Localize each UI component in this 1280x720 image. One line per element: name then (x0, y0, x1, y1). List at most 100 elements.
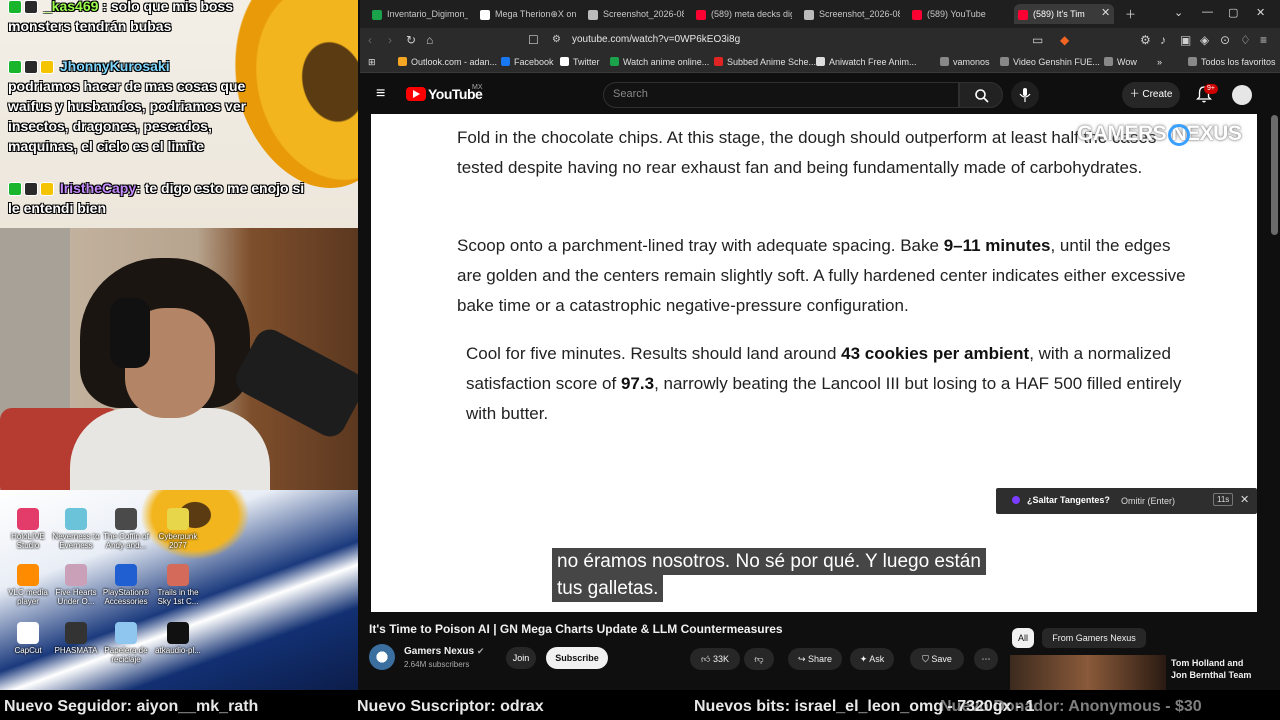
ticker-item: Nuevo Seguidor: aiyon__mk_rath (4, 698, 259, 715)
save-button[interactable]: ⛉ Save (910, 648, 964, 670)
home-icon[interactable]: ⌂ (426, 32, 433, 48)
extension-icon[interactable]: ◈ (1200, 32, 1209, 48)
skip-button[interactable]: Omitir (Enter) (1121, 496, 1175, 506)
desktop-icon: PlayStation® Accessories (98, 564, 154, 606)
desktop-icon: PHASMATA (48, 622, 104, 655)
extension-icon[interactable]: ♢ (1240, 32, 1251, 48)
forward-icon[interactable]: › (388, 32, 392, 48)
webcam-feed (0, 228, 358, 490)
stream-chat: _kas469 : solo que mis boss monsters ten… (0, 0, 358, 228)
channel-avatar[interactable] (369, 644, 395, 670)
more-bookmarks-icon[interactable]: » (1157, 57, 1162, 67)
badge-icon (8, 60, 22, 75)
search-button[interactable] (959, 82, 1003, 108)
bookmark-item[interactable]: Outlook.com - adan... (398, 57, 497, 67)
skip-segment-prompt[interactable]: ¿Saltar Tangentes? Omitir (Enter) 11s ✕ (996, 488, 1257, 514)
youtube-header: ≡ YouTube MX Search ＋ Create 9+ (360, 76, 1280, 114)
share-button[interactable]: ↪ Share (788, 648, 842, 670)
tab-list-icon[interactable]: ⌄ (1174, 6, 1183, 19)
close-tab-icon[interactable]: ✕ (1101, 6, 1110, 19)
site-settings-icon[interactable]: ⚙ (552, 32, 561, 48)
watermark-logo-icon (1168, 124, 1190, 146)
subscribe-button[interactable]: Subscribe (546, 647, 608, 669)
share-icon: ↪ (797, 654, 806, 664)
browser-tab[interactable]: Mega Therion⊕X on (476, 4, 576, 24)
more-actions-button[interactable]: ⋯ (974, 648, 998, 670)
recommended-title[interactable]: Tom Holland and Jon Bernthal Team (1171, 657, 1251, 681)
channel-name[interactable]: Gamers Nexus ✔ (404, 646, 484, 657)
desktop-icon: Papelera de reciclaje (98, 622, 154, 664)
new-tab-icon[interactable]: ＋ (1125, 6, 1136, 22)
extension-icon[interactable]: ⚙ (1140, 32, 1151, 48)
browser-tab-active[interactable]: (589) It's Tim (1014, 4, 1114, 24)
voice-search-button[interactable] (1011, 81, 1039, 109)
search-input[interactable] (603, 82, 959, 108)
ask-button[interactable]: ✦ Ask (850, 648, 894, 670)
bookmark-icon[interactable]: ☐ (528, 32, 539, 48)
headphones-icon (110, 298, 150, 368)
extension-icon[interactable]: ♪ (1160, 32, 1166, 48)
badge-icon (24, 60, 38, 75)
desktop-icon: Neverness to Everness (48, 508, 104, 550)
address-bar[interactable]: youtube.com/watch?v=0WP6kEO3i8g (572, 34, 740, 45)
menu-icon[interactable]: ≡ (1260, 32, 1267, 48)
close-icon[interactable]: ✕ (1240, 493, 1249, 506)
desktop-icon: Five Hearts Under O... (48, 564, 104, 606)
hamburger-menu-icon[interactable]: ≡ (376, 86, 385, 102)
cast-icon[interactable]: ▭ (1032, 32, 1043, 48)
browser-tab[interactable]: (589) YouTube (908, 4, 1008, 24)
stream-overlay: _kas469 : solo que mis boss monsters ten… (0, 0, 358, 690)
account-avatar[interactable] (1232, 85, 1252, 105)
brave-shield-icon[interactable]: ◆ (1060, 32, 1069, 48)
tab-favicon-icon (480, 9, 490, 20)
video-player[interactable]: Fold in the chocolate chips. At this sta… (371, 114, 1257, 612)
extension-icon[interactable]: ▣ (1180, 32, 1191, 48)
video-text-paragraph: Cool for five minutes. Results should la… (466, 344, 1182, 423)
maximize-icon[interactable]: ▢ (1228, 6, 1238, 19)
recommended-thumbnail[interactable] (1010, 655, 1166, 690)
desktop-icon: atkaudio-pl... (150, 622, 206, 655)
badge-icon (8, 0, 22, 15)
channel-watermark: GAMERS NEXUS (1077, 122, 1242, 145)
dislike-button[interactable]: 👎︎ (744, 648, 774, 670)
tab-favicon-icon (372, 9, 382, 20)
tab-favicon-icon (804, 9, 814, 20)
browser-tab[interactable]: Inventario_Digimon_ (368, 4, 468, 24)
reload-icon[interactable]: ↻ (406, 32, 416, 48)
chat-text: solo que mis boss monsters tendrán bubas (8, 0, 233, 34)
tab-favicon-icon (696, 9, 706, 20)
browser-tab[interactable]: Screenshot_2026-08 (800, 4, 900, 24)
close-window-icon[interactable]: ✕ (1256, 6, 1265, 19)
bookmark-folder[interactable]: Video Genshin FUE... (1000, 57, 1100, 67)
create-button[interactable]: ＋ Create (1122, 82, 1180, 108)
extension-icon[interactable]: ⊙ (1220, 32, 1230, 48)
tab-favicon-icon (912, 9, 922, 20)
like-button[interactable]: 👍︎ 33K (690, 648, 740, 670)
thumbs-up-icon: 👍︎ (701, 654, 711, 664)
back-icon[interactable]: ‹ (368, 32, 372, 48)
skip-countdown: 11s (1213, 493, 1234, 506)
page-scrollbar[interactable] (1271, 115, 1278, 235)
bookmark-item[interactable]: Subbed Anime Sche... (714, 57, 816, 67)
bookmark-item[interactable]: Aniwatch Free Anim... (816, 57, 917, 67)
badge-icon (8, 182, 22, 197)
chat-username: JhonnyKurosaki (59, 58, 170, 74)
browser-tab[interactable]: (589) meta decks dig (692, 4, 792, 24)
bookmark-folder[interactable]: Todos los favoritos (1188, 57, 1276, 67)
browser-tab[interactable]: Screenshot_2026-08 (584, 4, 684, 24)
apps-icon[interactable]: ⊞ (368, 57, 376, 68)
join-button[interactable]: Join (506, 647, 536, 669)
bookmark-item[interactable]: Twitter (560, 57, 600, 67)
more-icon: ⋯ (981, 654, 991, 664)
bookmark-item[interactable]: Facebook (501, 57, 554, 67)
subscriber-count: 2.64M subscribers (404, 660, 470, 669)
minimize-icon[interactable]: — (1202, 6, 1213, 18)
bookmark-folder[interactable]: Wow (1104, 57, 1137, 67)
chip-from-channel[interactable]: From Gamers Nexus (1042, 628, 1146, 648)
bookmark-item[interactable]: Watch anime online... (610, 57, 709, 67)
bookmark-icon: ⛉ (922, 654, 929, 664)
chip-all[interactable]: All (1012, 628, 1034, 648)
bookmark-folder[interactable]: vamonos (940, 57, 990, 67)
stream-alert-ticker: Nuevo Seguidor: aiyon__mk_rath Nuevo Sus… (0, 690, 1280, 720)
region-label: MX (472, 84, 483, 91)
